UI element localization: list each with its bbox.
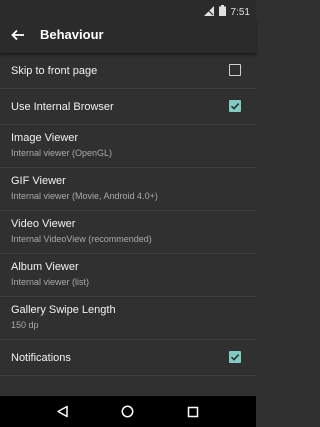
status-time: 7:51 [230,6,250,18]
setting-title: Album Viewer [11,261,79,273]
app-bar: Behaviour [0,18,256,53]
page-title: Behaviour [40,27,104,42]
setting-summary: Internal viewer (list) [11,277,90,287]
square-recents-icon [188,406,199,417]
checkbox-unchecked-icon[interactable] [229,64,241,76]
setting-title: Gallery Swipe Length [11,304,116,316]
triangle-back-icon [57,405,68,418]
back-button[interactable] [8,25,28,45]
setting-title: GIF Viewer [11,175,66,187]
setting-title: Skip to front page [11,65,98,77]
setting-title: Image Viewer [11,132,79,144]
setting-title: Notifications [11,352,71,364]
arrow-back-icon [11,29,24,41]
setting-summary: Internal viewer (OpenGL) [11,148,113,158]
nav-home-button[interactable] [118,402,138,422]
setting-image-viewer[interactable]: Image Viewer Internal viewer (OpenGL) [0,125,256,168]
setting-album-viewer[interactable]: Album Viewer Internal viewer (list) [0,254,256,297]
setting-summary: Internal VideoView (recommended) [11,234,152,244]
checkbox-checked-icon[interactable] [229,100,241,112]
setting-gif-viewer[interactable]: GIF Viewer Internal viewer (Movie, Andro… [0,168,256,211]
status-bar: 7:51 [0,0,256,18]
circle-home-icon [122,405,134,418]
setting-use-internal-browser[interactable]: Use Internal Browser [0,89,256,125]
checkbox-checked-icon[interactable] [229,351,241,363]
navigation-bar [0,396,256,427]
setting-summary: Internal viewer (Movie, Android 4.0+) [11,191,158,201]
settings-list: Skip to front page Use Internal Browser … [0,53,256,396]
nav-recents-button[interactable] [183,402,203,422]
setting-title: Use Internal Browser [11,101,114,113]
setting-gallery-swipe-length[interactable]: Gallery Swipe Length 150 dp [0,297,256,340]
setting-title: Video Viewer [11,218,76,230]
nav-back-button[interactable] [53,402,73,422]
setting-video-viewer[interactable]: Video Viewer Internal VideoView (recomme… [0,211,256,254]
setting-notifications[interactable]: Notifications [0,340,256,376]
setting-summary: 150 dp [11,320,39,330]
setting-skip-to-front-page[interactable]: Skip to front page [0,53,256,89]
